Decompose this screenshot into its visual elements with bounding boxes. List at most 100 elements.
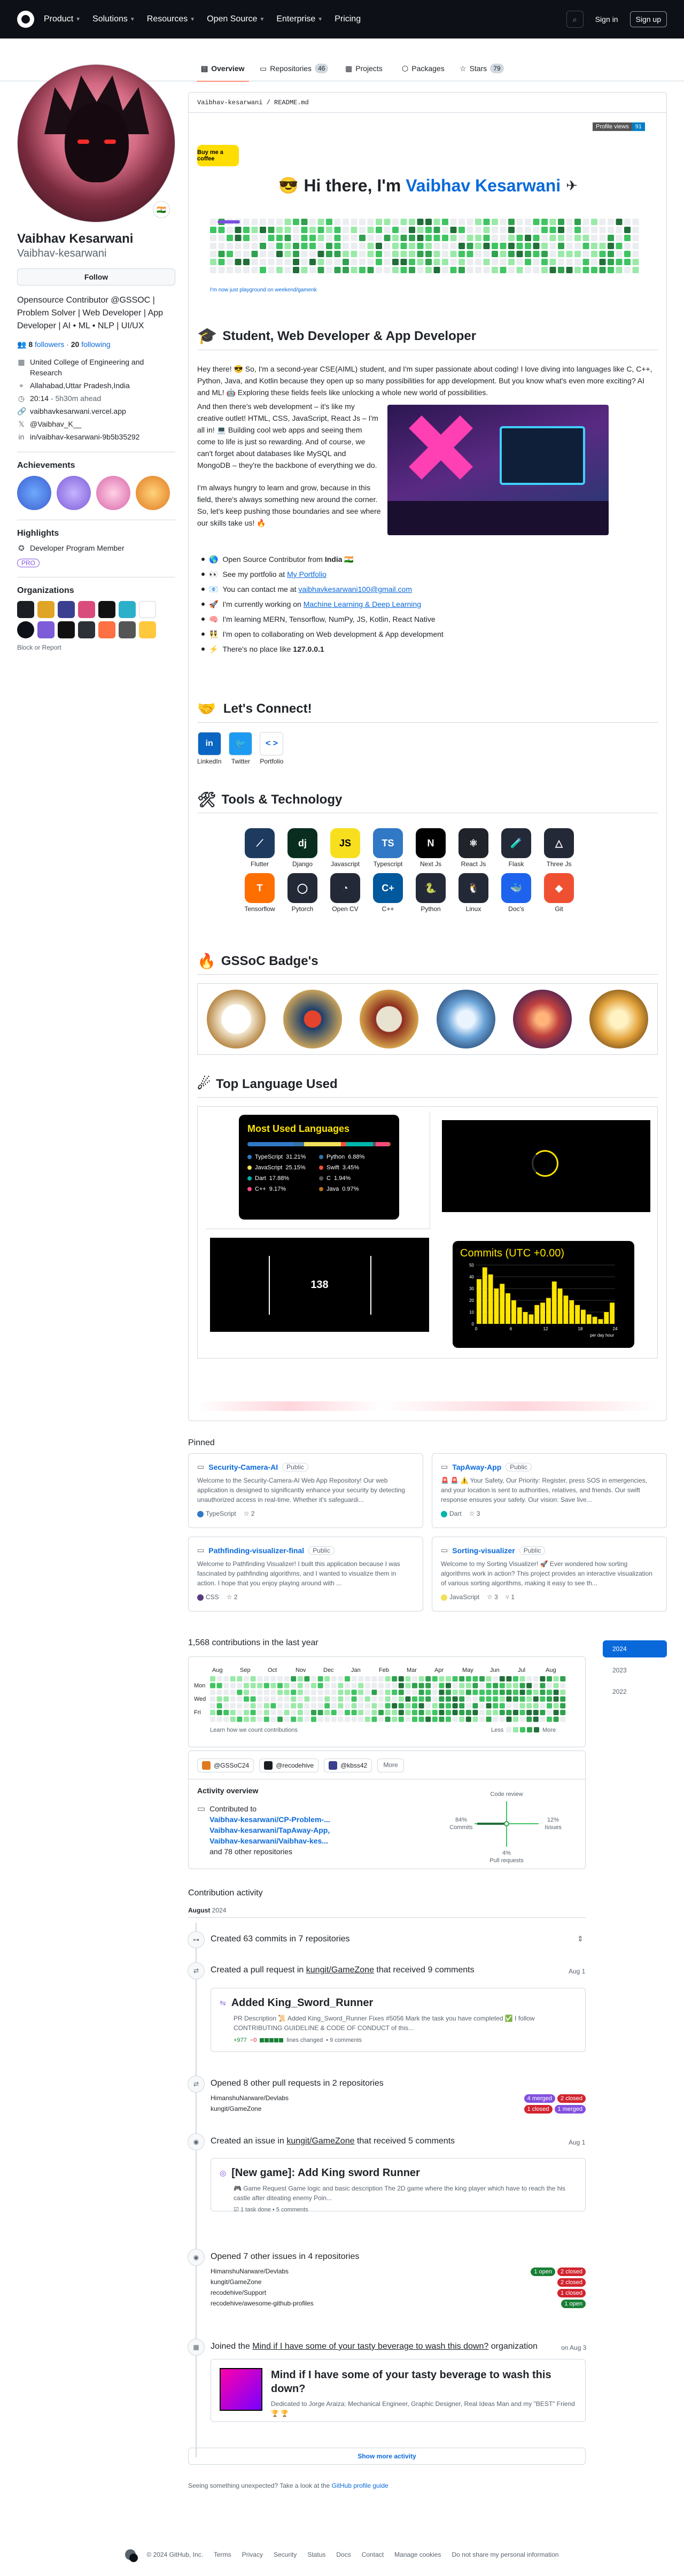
avatar[interactable] xyxy=(17,64,175,222)
followers-link[interactable]: 8 followers xyxy=(28,340,64,349)
contribution-day[interactable] xyxy=(210,1683,215,1688)
contribution-day[interactable] xyxy=(324,1696,330,1702)
contribution-day[interactable] xyxy=(493,1716,499,1722)
tab-repositories[interactable]: ▭ Repositories 46 xyxy=(255,60,332,77)
bullet-link[interactable]: vaibhavkesarwani100@gmail.com xyxy=(298,585,412,593)
contribution-day[interactable] xyxy=(304,1696,310,1702)
repo-link[interactable]: kungit/GameZone xyxy=(211,2103,261,2114)
linkedin-link[interactable]: in/vaibhav-kesarwani-9b5b35292 xyxy=(30,431,139,442)
contribution-day[interactable] xyxy=(479,1710,485,1715)
contribution-day[interactable] xyxy=(263,1676,269,1682)
contribution-day[interactable] xyxy=(311,1703,316,1709)
contribution-day[interactable] xyxy=(499,1696,505,1702)
contribution-day[interactable] xyxy=(345,1676,350,1682)
contribution-day[interactable] xyxy=(284,1683,290,1688)
contribution-day[interactable] xyxy=(519,1716,525,1722)
contribution-day[interactable] xyxy=(364,1683,370,1688)
contribution-day[interactable] xyxy=(553,1683,559,1688)
contribution-day[interactable] xyxy=(385,1710,391,1715)
contribution-day[interactable] xyxy=(210,1696,215,1702)
contribution-day[interactable] xyxy=(263,1696,269,1702)
contribution-day[interactable] xyxy=(317,1716,323,1722)
contribution-day[interactable] xyxy=(412,1703,417,1709)
contribution-day[interactable] xyxy=(216,1710,222,1715)
forks-link[interactable]: ⑂ 1 xyxy=(506,1593,515,1601)
contribution-day[interactable] xyxy=(250,1696,256,1702)
following-link[interactable]: 20 following xyxy=(71,340,111,349)
footer-link[interactable]: Terms xyxy=(214,2551,231,2558)
contribution-day[interactable] xyxy=(560,1716,566,1722)
issue-title[interactable]: [New game]: Add King sword Runner xyxy=(231,2167,420,2179)
follow-button[interactable]: Follow xyxy=(17,268,175,286)
tab-packages[interactable]: ⬡ Packages xyxy=(398,60,449,77)
contribution-day[interactable] xyxy=(244,1710,249,1715)
sign-up-button[interactable]: Sign up xyxy=(629,11,667,27)
contribution-day[interactable] xyxy=(459,1710,465,1715)
contribution-day[interactable] xyxy=(378,1696,384,1702)
contribution-day[interactable] xyxy=(452,1683,458,1688)
contribution-day[interactable] xyxy=(479,1703,485,1709)
contribution-day[interactable] xyxy=(331,1703,337,1709)
contribution-day[interactable] xyxy=(338,1690,344,1695)
contribution-day[interactable] xyxy=(513,1716,518,1722)
contribution-day[interactable] xyxy=(244,1690,249,1695)
contribution-day[interactable] xyxy=(311,1676,316,1682)
contribution-day[interactable] xyxy=(432,1696,438,1702)
contribution-day[interactable] xyxy=(297,1690,303,1695)
contribution-day[interactable] xyxy=(237,1690,243,1695)
contribution-day[interactable] xyxy=(540,1696,546,1702)
contribution-day[interactable] xyxy=(533,1683,539,1688)
footer-link[interactable]: Manage cookies xyxy=(394,2551,441,2558)
contribution-day[interactable] xyxy=(277,1690,283,1695)
contribution-day[interactable] xyxy=(358,1683,364,1688)
contribution-day[interactable] xyxy=(338,1716,344,1722)
contribution-day[interactable] xyxy=(244,1696,249,1702)
contribution-day[interactable] xyxy=(324,1683,330,1688)
contribution-day[interactable] xyxy=(405,1703,411,1709)
contribution-day[interactable] xyxy=(418,1710,424,1715)
expand-icon[interactable]: ⇕ xyxy=(577,1934,584,1943)
contribution-day[interactable] xyxy=(553,1676,559,1682)
contribution-day[interactable] xyxy=(338,1676,344,1682)
footer-link[interactable]: Status xyxy=(307,2551,325,2558)
contribution-day[interactable] xyxy=(317,1696,323,1702)
contribution-day[interactable] xyxy=(452,1676,458,1682)
org-avatar[interactable] xyxy=(58,621,75,638)
contribution-day[interactable] xyxy=(351,1710,357,1715)
joined-org-link[interactable]: Mind if I have some of your tasty bevera… xyxy=(252,2342,488,2351)
tab-overview[interactable]: ▤ Overview xyxy=(197,60,249,82)
contribution-day[interactable] xyxy=(439,1676,445,1682)
contribution-day[interactable] xyxy=(364,1716,370,1722)
contribution-day[interactable] xyxy=(398,1676,404,1682)
contribution-day[interactable] xyxy=(317,1703,323,1709)
nav-enterprise[interactable]: Enterprise ▼ xyxy=(276,14,323,24)
contribution-day[interactable] xyxy=(519,1676,525,1682)
contribution-day[interactable] xyxy=(459,1676,465,1682)
contribution-day[interactable] xyxy=(250,1703,256,1709)
contribution-day[interactable] xyxy=(479,1716,485,1722)
contribution-day[interactable] xyxy=(479,1696,485,1702)
contribution-day[interactable] xyxy=(270,1710,276,1715)
contribution-day[interactable] xyxy=(486,1710,492,1715)
contribution-day[interactable] xyxy=(257,1683,263,1688)
contribution-day[interactable] xyxy=(385,1676,391,1682)
contribution-day[interactable] xyxy=(297,1696,303,1702)
contribution-day[interactable] xyxy=(331,1683,337,1688)
contribution-day[interactable] xyxy=(364,1690,370,1695)
contribution-day[interactable] xyxy=(465,1683,471,1688)
contribution-day[interactable] xyxy=(506,1676,512,1682)
show-more-activity-button[interactable]: Show more activity xyxy=(188,2448,586,2465)
contribution-day[interactable] xyxy=(513,1690,518,1695)
contribution-day[interactable] xyxy=(432,1710,438,1715)
contribution-day[interactable] xyxy=(392,1696,398,1702)
org-filter-button[interactable]: @GSSoC24 xyxy=(197,1759,254,1772)
year-link[interactable]: 2024 xyxy=(603,1640,667,1657)
github-logo-icon[interactable] xyxy=(17,11,34,28)
contribution-day[interactable] xyxy=(499,1690,505,1695)
issue-repo-link[interactable]: kungit/GameZone xyxy=(286,2137,354,2146)
contribution-day[interactable] xyxy=(547,1696,552,1702)
contribution-day[interactable] xyxy=(270,1703,276,1709)
contribution-day[interactable] xyxy=(398,1696,404,1702)
contribution-day[interactable] xyxy=(560,1690,566,1695)
contribution-day[interactable] xyxy=(311,1696,316,1702)
